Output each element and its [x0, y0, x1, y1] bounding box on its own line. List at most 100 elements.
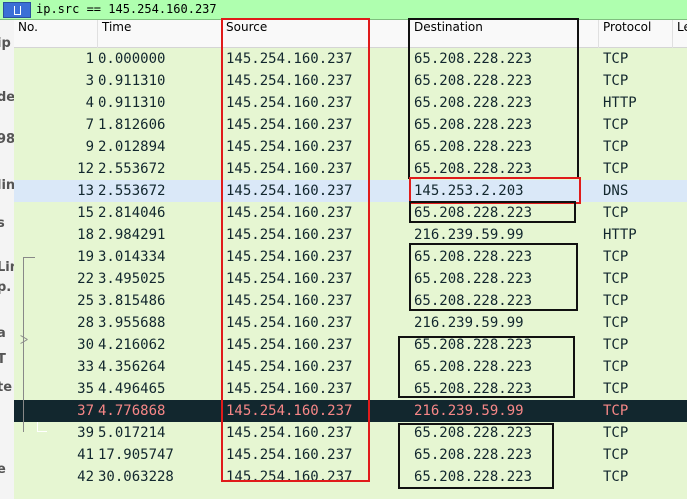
packet-time: 4.776868 — [98, 403, 166, 419]
packet-destination: 65.208.228.223 — [414, 425, 533, 441]
packet-no: 42 — [77, 469, 94, 485]
packet-row[interactable]: 18 2.984291 145.254.160.237 216.239.59.99 HT… — [14, 224, 687, 246]
packet-source: 145.254.160.237 — [226, 249, 353, 265]
packet-time: 3.014334 — [98, 249, 166, 265]
packet-protocol: HTTP — [603, 227, 637, 243]
packet-destination: 65.208.228.223 — [414, 249, 533, 265]
packet-row[interactable]: 35 4.496465 145.254.160.237 65.208.228.223 T… — [14, 378, 687, 400]
packet-time: 3.955688 — [98, 315, 166, 331]
packet-row[interactable]: 30 4.216062 145.254.160.237 65.208.228.223 T… — [14, 334, 687, 356]
packet-row[interactable]: 39 5.017214 145.254.160.237 65.208.228.223 T… — [14, 422, 687, 444]
packet-destination: 65.208.228.223 — [414, 139, 533, 155]
packet-source: 145.254.160.237 — [226, 183, 353, 199]
packet-no: 3 — [85, 73, 94, 89]
column-header-time[interactable]: Time — [98, 20, 222, 48]
packet-protocol: TCP — [603, 293, 629, 309]
packet-row[interactable]: 42 30.063228 145.254.160.237 65.208.228.223… — [14, 466, 687, 488]
packet-protocol: TCP — [603, 117, 629, 133]
packet-source: 145.254.160.237 — [226, 205, 353, 221]
packet-row[interactable]: 7 1.812606 145.254.160.237 65.208.228.223 TC… — [14, 114, 687, 136]
packet-row[interactable]: 41 17.905747 145.254.160.237 65.208.228.223… — [14, 444, 687, 466]
packet-row[interactable]: 28 3.955688 145.254.160.237 216.239.59.99 TC… — [14, 312, 687, 334]
packet-destination: 65.208.228.223 — [414, 381, 533, 397]
background-window-strip: ip de 98 lin s Lin p. a T te e — [0, 0, 14, 499]
column-header-length[interactable]: Le — [673, 20, 687, 48]
display-filter-bar[interactable]: ip.src == 145.254.160.237 — [0, 0, 687, 20]
packet-time: 4.216062 — [98, 337, 166, 353]
packet-protocol: TCP — [603, 381, 629, 397]
packet-time: 3.495025 — [98, 271, 166, 287]
packet-row[interactable]: 3 0.911310 145.254.160.237 65.208.228.223 TC… — [14, 70, 687, 92]
packet-destination: 65.208.228.223 — [414, 51, 533, 67]
column-header-source[interactable]: Source — [222, 20, 410, 48]
packet-row[interactable]: 15 2.814046 145.254.160.237 65.208.228.223 T… — [14, 202, 687, 224]
packet-time: 4.496465 — [98, 381, 166, 397]
packet-row[interactable]: 13 2.553672 145.254.160.237 145.253.2.203 DN… — [14, 180, 687, 202]
packet-destination: 65.208.228.223 — [414, 293, 533, 309]
background-fragment: T — [0, 352, 6, 367]
column-header-no[interactable]: No. — [14, 20, 98, 48]
packet-source: 145.254.160.237 — [226, 425, 353, 441]
packet-no: 9 — [85, 139, 94, 155]
packet-destination: 65.208.228.223 — [414, 469, 533, 485]
packet-destination: 216.239.59.99 — [414, 227, 524, 243]
packet-protocol: TCP — [603, 73, 629, 89]
packet-row[interactable]: 4 0.911310 145.254.160.237 65.208.228.223 HT… — [14, 92, 687, 114]
packet-protocol: TCP — [603, 447, 629, 463]
column-header-destination[interactable]: Destination — [410, 20, 599, 48]
packet-protocol: DNS — [603, 183, 629, 199]
packet-no: 12 — [77, 161, 94, 177]
packet-protocol: TCP — [603, 425, 629, 441]
background-fragment: te — [0, 380, 13, 395]
packet-protocol: TCP — [603, 315, 629, 331]
packet-list[interactable]: No. Time Source Destination Protocol Le … — [14, 20, 687, 499]
packet-no: 18 — [77, 227, 94, 243]
packet-destination: 65.208.228.223 — [414, 95, 533, 111]
display-filter-input[interactable]: ip.src == 145.254.160.237 — [36, 2, 217, 16]
packet-destination: 65.208.228.223 — [414, 117, 533, 133]
bookmark-icon[interactable] — [3, 2, 31, 18]
packet-destination: 216.239.59.99 — [414, 315, 524, 331]
packet-time: 0.911310 — [98, 73, 166, 89]
column-header-protocol[interactable]: Protocol — [599, 20, 673, 48]
packet-no: 13 — [77, 183, 94, 199]
packet-source: 145.254.160.237 — [226, 403, 353, 419]
packet-source: 145.254.160.237 — [226, 139, 353, 155]
packet-protocol: TCP — [603, 161, 629, 177]
packet-source: 145.254.160.237 — [226, 51, 353, 67]
packet-protocol: TCP — [603, 139, 629, 155]
packet-source: 145.254.160.237 — [226, 359, 353, 375]
packet-destination: 65.208.228.223 — [414, 447, 533, 463]
packet-protocol: TCP — [603, 359, 629, 375]
related-packets-end-marker — [37, 422, 47, 432]
packet-destination: 65.208.228.223 — [414, 271, 533, 287]
packet-time: 0.911310 — [98, 95, 166, 111]
packet-source: 145.254.160.237 — [226, 337, 353, 353]
background-fragment: s — [0, 216, 5, 231]
packet-no: 41 — [77, 447, 94, 463]
packet-time: 4.356264 — [98, 359, 166, 375]
packet-destination: 65.208.228.223 — [414, 161, 533, 177]
packet-row[interactable]: 37 4.776868 145.254.160.237 216.239.59.99 TC… — [14, 400, 687, 422]
related-packets-marker — [20, 337, 32, 345]
background-fragment: lin — [0, 178, 14, 193]
packet-source: 145.254.160.237 — [226, 73, 353, 89]
packet-row[interactable]: 33 4.356264 145.254.160.237 65.208.228.223 T… — [14, 356, 687, 378]
packet-row[interactable]: 25 3.815486 145.254.160.237 65.208.228.223 T… — [14, 290, 687, 312]
packet-source: 145.254.160.237 — [226, 161, 353, 177]
packet-row[interactable]: 19 3.014334 145.254.160.237 65.208.228.223 T… — [14, 246, 687, 268]
background-fragment: de — [0, 90, 14, 105]
packet-no: 4 — [85, 95, 94, 111]
packet-no: 7 — [85, 117, 94, 133]
packet-source: 145.254.160.237 — [226, 469, 353, 485]
packet-time: 2.984291 — [98, 227, 166, 243]
packet-no: 15 — [77, 205, 94, 221]
packet-row[interactable]: 9 2.012894 145.254.160.237 65.208.228.223 TC… — [14, 136, 687, 158]
packet-time: 0.000000 — [98, 51, 166, 67]
packet-protocol: TCP — [603, 51, 629, 67]
background-fragment: e — [0, 462, 6, 477]
packet-row[interactable]: 1 0.000000 145.254.160.237 65.208.228.223 TC… — [14, 48, 687, 70]
packet-row[interactable]: 12 2.553672 145.254.160.237 65.208.228.223 T… — [14, 158, 687, 180]
packet-time: 2.553672 — [98, 183, 166, 199]
packet-row[interactable]: 22 3.495025 145.254.160.237 65.208.228.223 T… — [14, 268, 687, 290]
